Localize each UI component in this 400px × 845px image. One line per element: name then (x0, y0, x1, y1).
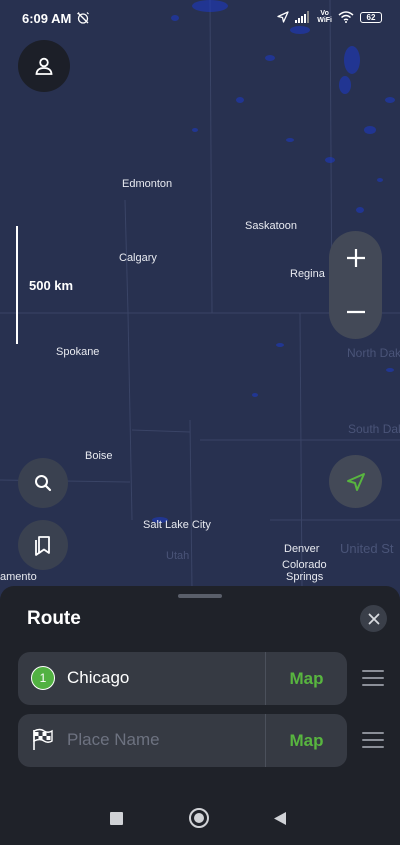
sheet-drag-handle[interactable] (178, 594, 222, 598)
region-label-united-states: United St (340, 541, 394, 556)
map-scale-bar (16, 226, 18, 344)
route-stop-row[interactable]: 1 Chicago Map (18, 652, 347, 705)
vowifi-top: Vo (320, 10, 329, 17)
recents-button[interactable] (110, 812, 123, 825)
reorder-handle[interactable] (362, 732, 384, 750)
region-label-north-dakota: North Dak (347, 346, 400, 360)
minus-icon (346, 310, 365, 314)
signal-icon (295, 11, 310, 23)
reorder-handle[interactable] (362, 670, 384, 688)
my-location-button[interactable] (329, 455, 382, 508)
search-icon (35, 475, 52, 492)
map-view[interactable]: Edmonton Saskatoon Calgary Regina Spokan… (0, 0, 400, 600)
checkered-flag-icon (33, 728, 53, 750)
destination-input[interactable]: Place Name (67, 730, 160, 750)
profile-button[interactable] (18, 40, 70, 92)
city-label-regina: Regina (290, 268, 325, 280)
back-button[interactable] (273, 811, 287, 826)
city-label-spokane: Spokane (56, 346, 100, 358)
region-label-south-dakota: South Dak (348, 422, 400, 436)
home-button[interactable] (189, 808, 209, 828)
bookmarks-button[interactable] (18, 520, 68, 570)
city-label-denver: Denver (284, 543, 320, 555)
stop-number-badge: 1 (31, 666, 55, 690)
stop-name[interactable]: Chicago (67, 668, 129, 688)
route-destination-row[interactable]: Place Name Map (18, 714, 347, 767)
vowifi-indicator: Vo WiFi (317, 10, 332, 24)
finish-flag (31, 728, 53, 757)
stop-number: 1 (31, 666, 55, 690)
battery-indicator: 62 (360, 11, 382, 23)
zoom-in-button[interactable] (329, 231, 382, 285)
city-label-saskatoon: Saskatoon (245, 220, 297, 232)
search-button[interactable] (18, 458, 68, 508)
system-nav-bar (0, 795, 400, 845)
home-dot (194, 813, 204, 823)
plus-icon (346, 249, 365, 267)
bookmarks-icon (35, 536, 50, 556)
close-route-button[interactable] (360, 605, 387, 632)
city-label-edmonton: Edmonton (122, 178, 173, 190)
status-time: 6:09 AM (22, 11, 72, 26)
route-title: Route (27, 608, 81, 629)
destination-map-button[interactable]: Map (266, 714, 347, 767)
region-label-utah: Utah (166, 550, 190, 562)
vowifi-bottom: WiFi (317, 17, 332, 24)
status-icons: Vo WiFi 62 (277, 10, 382, 24)
zoom-controls (329, 231, 382, 339)
stop-map-button[interactable]: Map (266, 652, 347, 705)
user-icon (35, 57, 53, 75)
location-arrow-icon (277, 11, 289, 23)
zoom-out-button[interactable] (329, 285, 382, 339)
navigation-arrow-icon (346, 472, 365, 491)
map-scale-label: 500 km (29, 278, 74, 293)
close-icon (368, 613, 379, 624)
city-label-boise: Boise (85, 450, 113, 462)
city-label-colorado-springs-line1: Colorado (282, 559, 327, 571)
city-label-salt-lake-city: Salt Lake City (143, 519, 211, 531)
city-label-calgary: Calgary (119, 252, 157, 264)
status-bar: 6:09 AM Vo WiFi 62 (0, 0, 400, 36)
city-label-sacramento: amento (0, 571, 37, 583)
city-label-colorado-springs-line2: Springs (286, 571, 324, 583)
wifi-icon (338, 11, 354, 23)
alarm-off-icon (77, 12, 89, 24)
